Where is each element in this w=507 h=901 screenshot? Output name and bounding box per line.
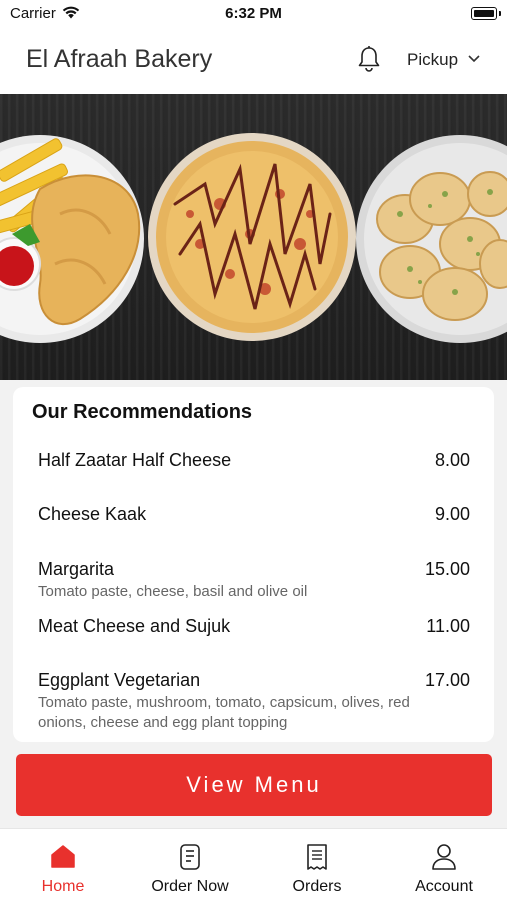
tab-account[interactable]: Account: [381, 829, 507, 901]
tab-label: Home: [41, 878, 85, 895]
tab-label: Account: [415, 878, 473, 895]
item-description: Tomato paste, cheese, basil and olive oi…: [38, 583, 308, 600]
home-icon: [51, 845, 75, 868]
bell-icon[interactable]: [354, 44, 384, 74]
item-name: Margarita: [38, 559, 115, 579]
item-price: 17.00: [424, 670, 470, 690]
item-name: Half Zaatar Half Cheese: [38, 450, 232, 470]
battery-tip: [499, 11, 501, 16]
item-description: Tomato paste, mushroom, tomato, capsicum…: [38, 694, 410, 731]
tab-home[interactable]: Home: [0, 829, 126, 901]
recommendations-card: Our Recommendations Half Zaatar Half Che…: [13, 387, 494, 742]
tab-label: Orders: [292, 878, 342, 895]
recommendations-title: Our Recommendations: [32, 401, 253, 423]
tab-orders[interactable]: Orders: [254, 829, 380, 901]
bottom-tab-bar: Home Order Now Orders Account: [0, 828, 507, 901]
item-price: 11.00: [426, 616, 470, 636]
item-name: Cheese Kaak: [38, 504, 147, 524]
order-mode-selector[interactable]: Pickup: [407, 50, 458, 70]
view-menu-button[interactable]: View Menu: [16, 754, 492, 816]
app-header: El Afraah Bakery Pickup: [0, 28, 507, 94]
clock: 6:32 PM: [225, 5, 282, 22]
hero-food-image: [0, 94, 507, 380]
menu-item[interactable]: Cheese Kaak 9.00: [38, 504, 470, 534]
item-name: Meat Cheese and Sujuk: [38, 616, 231, 636]
chevron-down-icon[interactable]: [468, 55, 480, 63]
item-price: 9.00: [434, 504, 470, 524]
receipt-icon: [307, 844, 327, 870]
menu-item[interactable]: Half Zaatar Half Cheese 8.00: [38, 450, 470, 480]
tab-label: Order Now: [151, 878, 229, 895]
status-bar: Carrier 6:32 PM: [0, 0, 507, 28]
menu-item[interactable]: Eggplant Vegetarian 17.00 Tomato paste, …: [38, 670, 470, 736]
menu-item[interactable]: Meat Cheese and Sujuk 11.00: [38, 616, 470, 646]
item-price: 8.00: [434, 450, 470, 470]
food-illustration: [0, 133, 507, 343]
tab-order-now[interactable]: Order Now: [127, 829, 253, 901]
menu-item[interactable]: Margarita 15.00 Tomato paste, cheese, ba…: [38, 559, 470, 607]
item-price: 15.00: [424, 559, 470, 579]
item-name: Eggplant Vegetarian: [38, 670, 201, 690]
order-icon: [180, 844, 200, 870]
person-icon: [432, 844, 456, 870]
store-title: El Afraah Bakery: [26, 45, 213, 73]
battery-icon: [471, 7, 497, 20]
